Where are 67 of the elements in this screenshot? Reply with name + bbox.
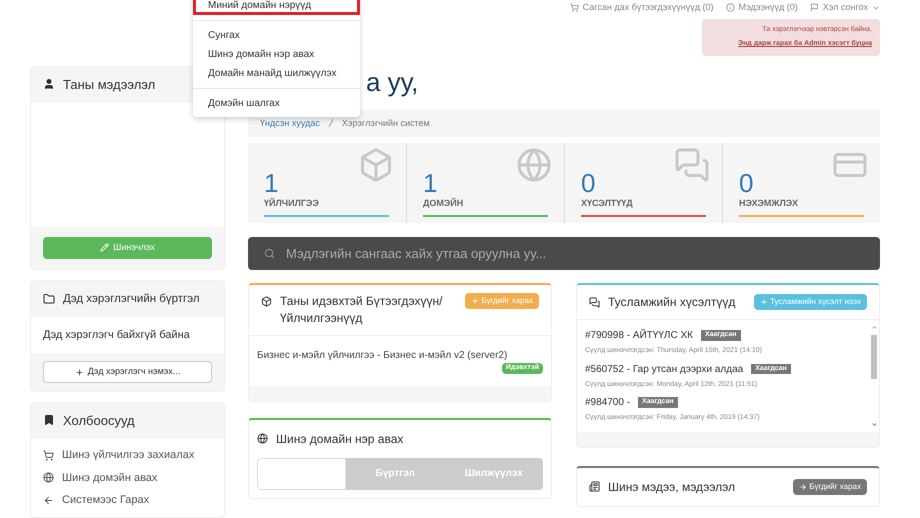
domain-input-field[interactable] (257, 458, 346, 490)
arrow-right-icon (799, 482, 808, 490)
panel-title: Шинэ домайн нэр авах (276, 430, 404, 448)
panel-title: Тусламжийн хүсэлтүүд (608, 294, 736, 311)
stat-tile[interactable]: 1 ДОМЭЙН (406, 143, 564, 223)
newspaper-icon (589, 481, 600, 492)
ticket-link[interactable]: #560752 - Гар утсан дээрхи алдаа (585, 362, 744, 376)
stat-value: 0 (581, 168, 596, 196)
dropdown-item[interactable]: Миний домайн нэрүүд (193, 0, 360, 15)
nav-link[interactable]: Мэдээнүүд (0) (726, 1, 798, 14)
bookmark-icon (43, 414, 55, 426)
panel-title: Холбоосууд (63, 412, 135, 430)
nav-link[interactable]: Сагсан дах бүтээгдэхүүнүүд (0) (570, 1, 714, 14)
arrow-left-icon (43, 494, 54, 506)
empty-message: Дэд хэрэглэгч байхгүй байна (42, 328, 191, 342)
stat-label: НЭХЭМЖЛЭХ (739, 196, 799, 210)
chat-bubbles-icon (674, 147, 710, 183)
globe-icon (43, 472, 54, 484)
breadcrumb-separator-icon (328, 118, 334, 128)
globe-icon (516, 147, 552, 183)
product-name: Бизнес и-мэйл үйлчилгээ - Бизнес и-мэйл v2 (server2) (257, 349, 508, 363)
cube-icon (358, 147, 394, 183)
stat-label: ДОМЭЙН (423, 196, 464, 210)
user-icon (43, 78, 55, 90)
plus-icon (760, 298, 768, 306)
breadcrumb-item[interactable]: Үндсэн хуудас (260, 116, 320, 130)
cart-icon (43, 450, 54, 461)
add-subaccount-button[interactable]: Дэд хэрэглэгч нэмэх... (43, 361, 212, 383)
cart-icon (570, 3, 579, 12)
folder-icon (43, 292, 55, 304)
ticket-link[interactable]: #984700 - (585, 395, 630, 410)
stat-value: 1 (264, 168, 280, 196)
sidebar-link[interactable]: Системээс Гарах (43, 492, 212, 508)
panel-title: Таны идэвхтэй Бүтээгдэхүүн/ Үйлчилгээнүүд (280, 293, 444, 327)
plus-icon (471, 297, 480, 305)
sidebar-link[interactable]: Шинэ домэйн авах (43, 470, 212, 486)
scroll-up-icon (870, 324, 878, 331)
panel-title: Дэд хэрэглэгчийн бүртгэл (63, 292, 200, 306)
info-icon (726, 3, 735, 12)
flag-icon (810, 3, 819, 12)
dropdown-item[interactable]: Домайн манайд шилжүүлэх (193, 64, 360, 83)
panel-title: Таны мэдээлэл (63, 76, 156, 94)
search-icon (264, 248, 275, 259)
page-heading: а уу, (366, 66, 420, 98)
stat-label: ҮЙЛЧИЛГЭЭ (264, 196, 320, 210)
breadcrumb-item[interactable]: Хэрэглэгчийн систем (342, 116, 430, 130)
ticket-link[interactable]: #790998 - АЙТҮҮЛС ХК (585, 328, 693, 343)
dropdown-item[interactable]: Домэйн шалгах (193, 94, 360, 113)
stat-label: ХҮСЭЛТҮҮД (581, 196, 634, 210)
plus-icon (74, 368, 84, 376)
stat-tile[interactable]: 1 ҮЙЛЧИЛГЭЭ (248, 143, 406, 223)
panel-title: Шинэ мэдээ, мэдээлэл (608, 478, 736, 496)
dropdown-item[interactable]: Шинэ домайн нэр авах (193, 45, 360, 64)
pencil-icon (100, 243, 110, 252)
sidebar-link[interactable]: Шинэ үйлчилгээ захиалах (43, 447, 212, 464)
stat-value: 1 (423, 168, 438, 196)
chat-bubbles-icon (589, 296, 600, 308)
stat-value: 0 (739, 168, 754, 196)
cube-icon (261, 296, 272, 307)
nav-link[interactable]: Хэл сонгох (810, 1, 880, 14)
dropdown-item[interactable]: Сунгах (193, 26, 360, 45)
stat-tile[interactable]: 0 НЭХЭМЖЛЭХ (722, 143, 880, 223)
view-all-button[interactable]: Бүгдийг харах (793, 478, 867, 494)
search-field[interactable]: Мэдлэгийн сангаас хайх утгаа оруулна уу... (248, 237, 880, 270)
scroll-down-icon (870, 420, 878, 428)
stat-tile[interactable]: 0 ХҮСЭЛТҮҮД (564, 143, 722, 223)
globe-icon (257, 433, 268, 444)
